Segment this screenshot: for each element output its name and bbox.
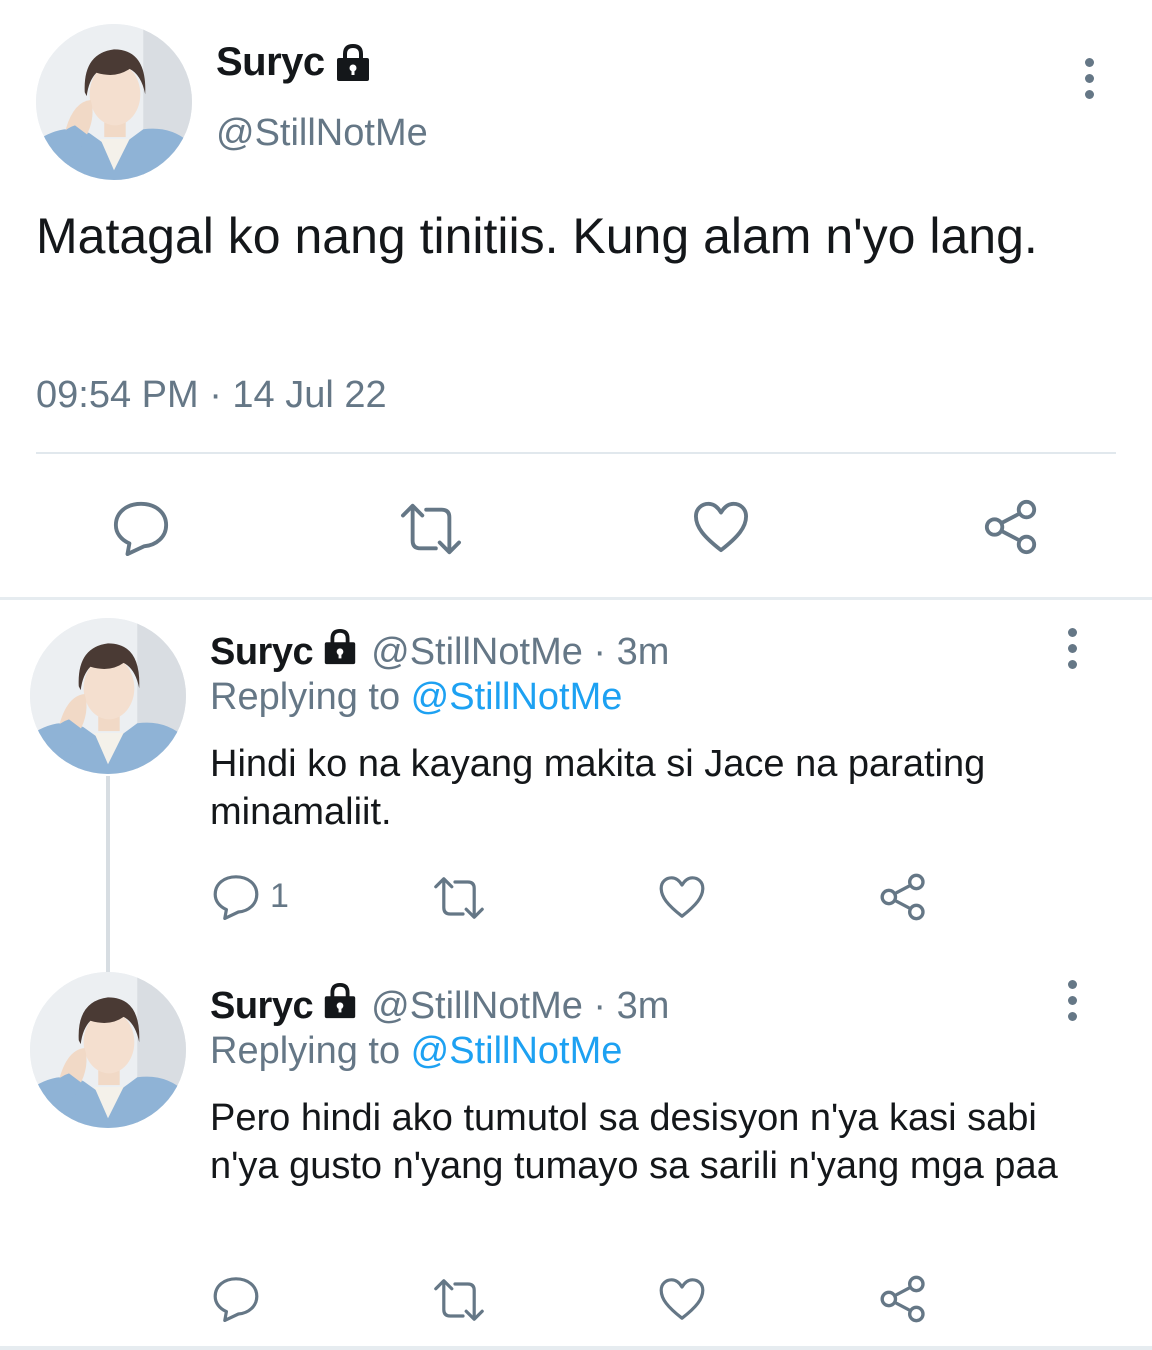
lock-icon (321, 982, 359, 1020)
avatar[interactable] (30, 618, 186, 774)
reply-count: 1 (270, 876, 289, 915)
reply-button[interactable] (212, 1274, 260, 1322)
reply-icon (212, 872, 260, 920)
more-options-icon[interactable] (1062, 628, 1082, 669)
replying-to-mention[interactable]: @StillNotMe (411, 676, 623, 718)
section-divider (0, 597, 1152, 600)
tweet-text: Pero hindi ako tumutol sa desisyon n'ya … (210, 1097, 1058, 1187)
like-button[interactable] (658, 874, 706, 920)
author-handle[interactable]: @StillNotMe (216, 112, 428, 155)
like-button[interactable] (692, 500, 750, 554)
retweet-icon (430, 874, 488, 922)
like-button[interactable] (658, 1276, 706, 1322)
author-handle[interactable]: @StillNotMe · 3m (371, 985, 669, 1028)
retweet-icon (396, 500, 466, 558)
share-icon (982, 498, 1040, 556)
avatar[interactable] (30, 972, 186, 1128)
tweet-text: Hindi ko na kayang makita si Jace na par… (210, 743, 986, 833)
retweet-button[interactable] (430, 874, 488, 922)
reply-icon (212, 1274, 260, 1322)
share-button[interactable] (982, 498, 1040, 556)
tweet-timestamp: 09:54 PM · 14 Jul 22 (36, 374, 387, 416)
share-button[interactable] (878, 872, 928, 922)
author-row: Suryc (216, 40, 373, 85)
retweet-icon (430, 1276, 488, 1324)
replying-to-label: Replying to (210, 1030, 411, 1072)
divider (36, 452, 1116, 454)
replying-to: Replying to @StillNotMe (210, 676, 622, 719)
author-handle[interactable]: @StillNotMe · 3m (371, 631, 669, 674)
lock-icon (321, 628, 359, 666)
more-options-icon[interactable] (1079, 58, 1099, 99)
avatar-image (30, 618, 186, 774)
reply-button[interactable] (112, 498, 170, 556)
reply-header: Suryc @StillNotMe · 3m (210, 626, 669, 674)
retweet-button[interactable] (430, 1276, 488, 1324)
reply-header: Suryc @StillNotMe · 3m (210, 980, 669, 1028)
replying-to-label: Replying to (210, 676, 411, 718)
author-name[interactable]: Suryc (210, 985, 314, 1028)
replying-to-mention[interactable]: @StillNotMe (411, 1030, 623, 1072)
bottom-divider (0, 1346, 1152, 1350)
avatar[interactable] (36, 24, 192, 180)
like-icon (658, 1276, 706, 1322)
retweet-button[interactable] (396, 500, 466, 558)
avatar-image (36, 24, 192, 180)
avatar-image (30, 972, 186, 1128)
like-icon (692, 500, 750, 554)
share-button[interactable] (878, 1274, 928, 1324)
more-options-icon[interactable] (1062, 980, 1082, 1021)
author-name[interactable]: Suryc (210, 631, 314, 674)
reply-icon (112, 498, 170, 556)
like-icon (658, 874, 706, 920)
thread-line (106, 776, 110, 972)
lock-icon (333, 43, 373, 83)
author-name[interactable]: Suryc (216, 40, 325, 85)
tweet-text: Matagal ko nang tinitiis. Kung alam n'yo… (36, 208, 1038, 264)
main-tweet: Suryc @StillNotMe Matagal ko nang tiniti… (0, 0, 1152, 598)
replying-to: Replying to @StillNotMe (210, 1030, 622, 1073)
share-icon (878, 1274, 928, 1324)
share-icon (878, 872, 928, 922)
reply-button[interactable]: 1 (212, 872, 289, 920)
